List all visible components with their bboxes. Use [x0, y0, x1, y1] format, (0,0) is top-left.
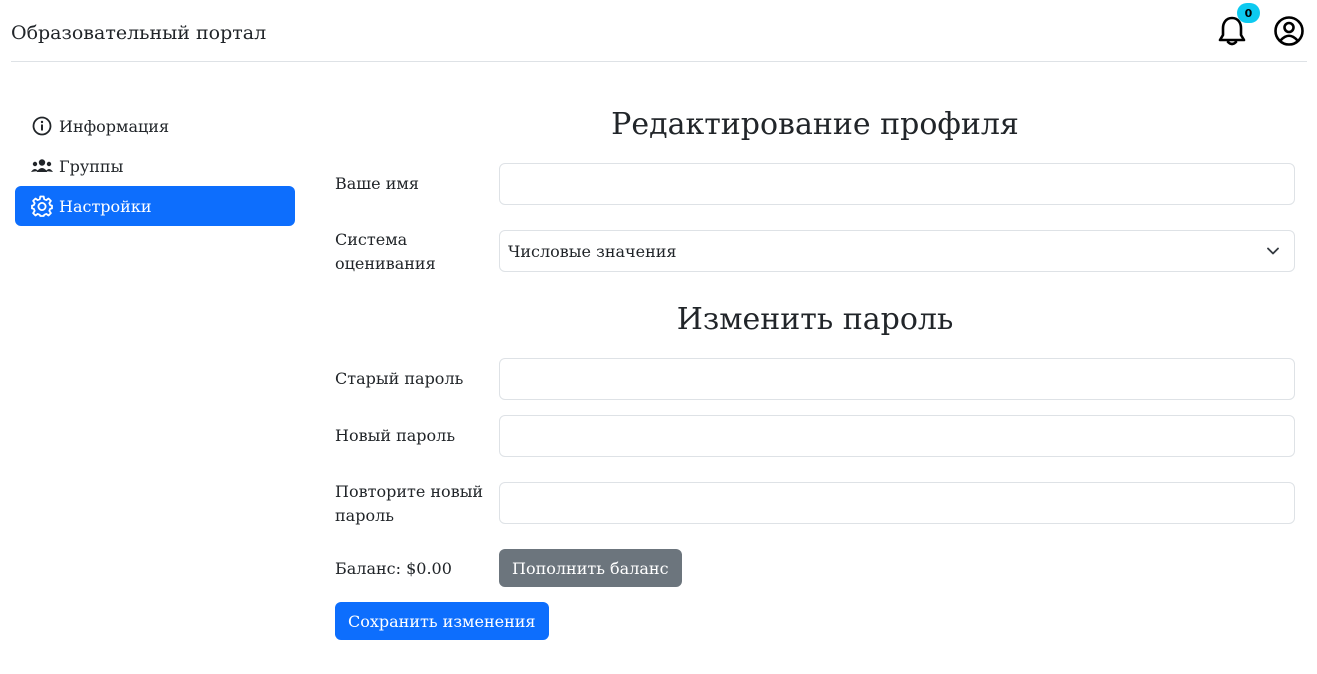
brand-title[interactable]: Образовательный портал	[11, 21, 266, 45]
new-password-label: Новый пароль	[335, 426, 456, 445]
sidebar-item-info[interactable]: Информация	[15, 106, 295, 146]
repeat-password-label: Повторите новый пароль	[335, 482, 484, 525]
grading-label: Система оценивания	[335, 230, 436, 273]
sidebar-item-label: Группы	[59, 156, 124, 176]
profile-title: Редактирование профиля	[611, 107, 1019, 142]
old-password-input[interactable]	[499, 358, 1295, 400]
name-label: Ваше имя	[335, 174, 419, 193]
new-password-input[interactable]	[499, 415, 1295, 457]
grading-select-value: Числовые значения	[508, 241, 677, 261]
sidebar-item-groups[interactable]: Группы	[15, 146, 295, 186]
name-input[interactable]	[499, 163, 1295, 205]
save-changes-button[interactable]: Сохранить изменения	[335, 602, 549, 640]
info-icon	[31, 115, 53, 137]
people-icon	[31, 155, 53, 177]
chevron-down-icon	[1267, 247, 1279, 255]
sidebar-item-settings[interactable]: Настройки	[15, 186, 295, 226]
grading-select[interactable]: Числовые значения	[499, 230, 1295, 272]
repeat-password-input[interactable]	[499, 482, 1295, 524]
balance-label: Баланс: $0.00	[335, 559, 452, 578]
old-password-label: Старый пароль	[335, 369, 464, 388]
sidebar-item-label: Настройки	[59, 196, 152, 216]
sidebar-item-label: Информация	[59, 116, 170, 136]
topup-balance-button[interactable]: Пополнить баланс	[499, 549, 682, 587]
password-title: Изменить пароль	[676, 302, 954, 337]
gear-icon	[31, 195, 53, 217]
main-content: Редактирование профиля Ваше имя Система …	[335, 0, 1295, 674]
sidebar: Информация Группы Настройки	[15, 106, 295, 226]
